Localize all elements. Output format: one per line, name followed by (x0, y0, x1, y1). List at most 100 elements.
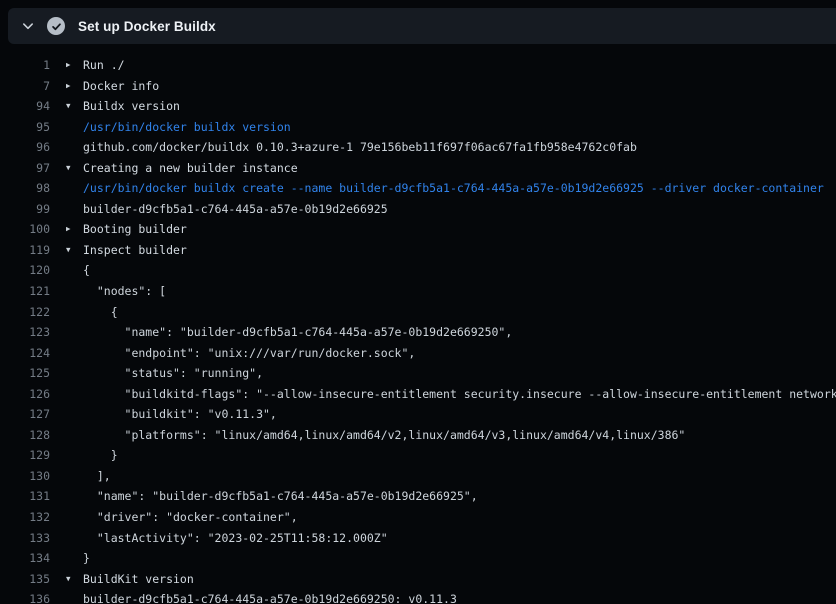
log-line-text: github.com/docker/buildx 0.10.3+azure-1 … (83, 137, 836, 158)
log-line: 133 "lastActivity": "2023-02-25T11:58:12… (0, 528, 836, 549)
log-line-number[interactable]: 135 (0, 569, 50, 590)
log-line-number[interactable]: 129 (0, 445, 50, 466)
log-line-number[interactable]: 132 (0, 507, 50, 528)
log-line-text[interactable]: BuildKit version (83, 569, 836, 590)
log-line: 131 "name": "builder-d9cfb5a1-c764-445a-… (0, 486, 836, 507)
log-line-text: "buildkit": "v0.11.3", (83, 404, 836, 425)
log-line[interactable]: 97 ▼ Creating a new builder instance (0, 158, 836, 179)
group-collapsed-icon[interactable]: ▶ (66, 76, 83, 97)
log-line-text: "buildkitd-flags": "--allow-insecure-ent… (83, 384, 836, 405)
log-line-number[interactable]: 7 (0, 76, 50, 97)
group-toggle-icon (66, 363, 83, 384)
log-line-text: "lastActivity": "2023-02-25T11:58:12.000… (83, 528, 836, 549)
log-line-text[interactable]: Buildx version (83, 96, 836, 117)
log-line: 98 /usr/bin/docker buildx create --name … (0, 178, 836, 199)
log-line-text: { (83, 302, 836, 323)
log-line[interactable]: 119 ▼ Inspect builder (0, 240, 836, 261)
log-line-number[interactable]: 126 (0, 384, 50, 405)
log-line-number[interactable]: 119 (0, 240, 50, 261)
collapse-step-button[interactable] (16, 14, 40, 38)
log-line-text: } (83, 445, 836, 466)
log-line-number[interactable]: 99 (0, 199, 50, 220)
log-line[interactable]: 7 ▶ Docker info (0, 76, 836, 97)
log-line-text: "endpoint": "unix:///var/run/docker.sock… (83, 343, 836, 364)
log-line-text: "driver": "docker-container", (83, 507, 836, 528)
log-line-text: builder-d9cfb5a1-c764-445a-a57e-0b19d2e6… (83, 199, 836, 220)
group-toggle-icon (66, 199, 83, 220)
log-line-number[interactable]: 1 (0, 55, 50, 76)
log-line-number[interactable]: 96 (0, 137, 50, 158)
log-line: 120 { (0, 260, 836, 281)
log-line: 123 "name": "builder-d9cfb5a1-c764-445a-… (0, 322, 836, 343)
log-line: 125 "status": "running", (0, 363, 836, 384)
log-line-number[interactable]: 94 (0, 96, 50, 117)
log-line: 122 { (0, 302, 836, 323)
log-line-text[interactable]: Creating a new builder instance (83, 158, 836, 179)
group-expanded-icon[interactable]: ▼ (66, 240, 83, 261)
log-line: 121 "nodes": [ (0, 281, 836, 302)
log-line-number[interactable]: 128 (0, 425, 50, 446)
group-toggle-icon (66, 466, 83, 487)
log-line: 136 builder-d9cfb5a1-c764-445a-a57e-0b19… (0, 589, 836, 604)
group-toggle-icon (66, 425, 83, 446)
log-line: 128 "platforms": "linux/amd64,linux/amd6… (0, 425, 836, 446)
log-line-text[interactable]: Inspect builder (83, 240, 836, 261)
step-success-icon (47, 17, 65, 35)
log-line-text: "nodes": [ (83, 281, 836, 302)
group-collapsed-icon[interactable]: ▶ (66, 219, 83, 240)
group-expanded-icon[interactable]: ▼ (66, 96, 83, 117)
log-line[interactable]: 94 ▼ Buildx version (0, 96, 836, 117)
group-toggle-icon (66, 343, 83, 364)
log-line: 127 "buildkit": "v0.11.3", (0, 404, 836, 425)
log-line-number[interactable]: 97 (0, 158, 50, 179)
log-line-number[interactable]: 123 (0, 322, 50, 343)
log-line-text: "status": "running", (83, 363, 836, 384)
log-line-number[interactable]: 120 (0, 260, 50, 281)
log-line[interactable]: 100 ▶ Booting builder (0, 219, 836, 240)
log-line-number[interactable]: 121 (0, 281, 50, 302)
group-toggle-icon (66, 548, 83, 569)
log-line-number[interactable]: 130 (0, 466, 50, 487)
group-toggle-icon (66, 507, 83, 528)
group-toggle-icon (66, 137, 83, 158)
log-line-number[interactable]: 124 (0, 343, 50, 364)
log-line-number[interactable]: 134 (0, 548, 50, 569)
log-line-text[interactable]: Docker info (83, 76, 836, 97)
log-line-number[interactable]: 125 (0, 363, 50, 384)
group-toggle-icon (66, 322, 83, 343)
log-line-number[interactable]: 133 (0, 528, 50, 549)
log-line-number[interactable]: 122 (0, 302, 50, 323)
group-collapsed-icon[interactable]: ▶ (66, 55, 83, 76)
log-line-number[interactable]: 136 (0, 589, 50, 604)
group-toggle-icon (66, 260, 83, 281)
group-toggle-icon (66, 178, 83, 199)
log-line-text[interactable]: Run ./ (83, 55, 836, 76)
log-line: 132 "driver": "docker-container", (0, 507, 836, 528)
log-line-text: "name": "builder-d9cfb5a1-c764-445a-a57e… (83, 486, 836, 507)
log-line-number[interactable]: 127 (0, 404, 50, 425)
log-line[interactable]: 1 ▶ Run ./ (0, 55, 836, 76)
log-line-text: "name": "builder-d9cfb5a1-c764-445a-a57e… (83, 322, 836, 343)
group-toggle-icon (66, 528, 83, 549)
group-toggle-icon (66, 384, 83, 405)
log-line: 126 "buildkitd-flags": "--allow-insecure… (0, 384, 836, 405)
log-line-number[interactable]: 100 (0, 219, 50, 240)
log-line: 96 github.com/docker/buildx 0.10.3+azure… (0, 137, 836, 158)
step-header[interactable]: Set up Docker Buildx (8, 8, 836, 44)
log-line: 134 } (0, 548, 836, 569)
group-expanded-icon[interactable]: ▼ (66, 569, 83, 590)
log-line: 99 builder-d9cfb5a1-c764-445a-a57e-0b19d… (0, 199, 836, 220)
log-line-number[interactable]: 95 (0, 117, 50, 138)
group-expanded-icon[interactable]: ▼ (66, 158, 83, 179)
log-line-number[interactable]: 131 (0, 486, 50, 507)
log-area: 1 ▶ Run ./ 7 ▶ Docker info 94 ▼ Buildx v… (0, 44, 836, 604)
log-line: 124 "endpoint": "unix:///var/run/docker.… (0, 343, 836, 364)
log-line-text: "platforms": "linux/amd64,linux/amd64/v2… (83, 425, 836, 446)
log-line-text: /usr/bin/docker buildx create --name bui… (83, 178, 836, 199)
log-line[interactable]: 135 ▼ BuildKit version (0, 569, 836, 590)
log-line: 130 ], (0, 466, 836, 487)
log-line-text[interactable]: Booting builder (83, 219, 836, 240)
chevron-down-icon (21, 19, 35, 33)
log-line-text: } (83, 548, 836, 569)
log-line-number[interactable]: 98 (0, 178, 50, 199)
